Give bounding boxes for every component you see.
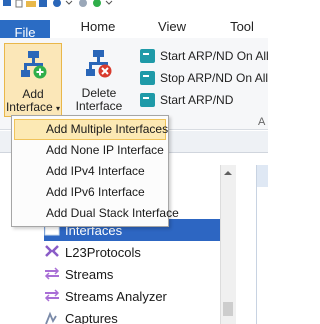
- tree-item-streams[interactable]: Streams: [44, 263, 220, 285]
- console-icon: [140, 71, 155, 85]
- ribbon-group-label: A: [258, 116, 266, 128]
- app-icon: [3, 0, 11, 6]
- start-arp-all-label: Start ARP/ND On All I: [160, 49, 268, 63]
- stop-arp-all-button[interactable]: Stop ARP/ND On All I: [140, 68, 268, 88]
- add-interface-dropdown-menu: Add Multiple Interfaces Add None IP Inte…: [11, 115, 179, 227]
- save-icon[interactable]: [38, 0, 48, 8]
- captures-icon: [45, 311, 57, 324]
- menu-item-add-none-ip-interface[interactable]: Add None IP Interface: [14, 140, 166, 161]
- new-file-icon[interactable]: [14, 0, 24, 8]
- delete-interface-button[interactable]: Delete Interface: [70, 43, 128, 117]
- tab-tools[interactable]: Tool: [222, 16, 262, 38]
- add-interface-button[interactable]: Add Interface ▾: [4, 43, 62, 117]
- start-arp-button[interactable]: Start ARP/ND: [140, 90, 268, 110]
- console-icon: [140, 93, 155, 107]
- document-area-edge: [256, 165, 268, 324]
- tree-item-streams-analyzer[interactable]: Streams Analyzer: [44, 285, 220, 307]
- console-icon: [140, 49, 155, 63]
- tab-home[interactable]: Home: [76, 16, 120, 38]
- check-icon[interactable]: [92, 0, 102, 8]
- scroll-thumb[interactable]: [223, 302, 233, 316]
- dropdown-arrow-icon[interactable]: [64, 0, 74, 8]
- menu-item-add-multiple-interfaces[interactable]: Add Multiple Interfaces: [14, 119, 168, 140]
- undo-icon[interactable]: [52, 0, 62, 8]
- start-arp-label: Start ARP/ND: [160, 93, 234, 107]
- add-interface-icon: [21, 51, 47, 79]
- menu-item-add-ipv4-interface[interactable]: Add IPv4 Interface: [14, 161, 166, 182]
- ribbon-tabs: File Home View Tool: [0, 10, 268, 48]
- tree-item-label: Streams: [65, 267, 114, 282]
- streams-icon: [44, 267, 60, 280]
- tree-item-l23protocols[interactable]: L23Protocols: [44, 241, 220, 263]
- tree-item-captures[interactable]: Captures: [44, 307, 220, 324]
- tree-item-label: L23Protocols: [65, 245, 141, 260]
- dropdown-arrow-icon[interactable]: [104, 0, 114, 8]
- tree-item-label: Streams Analyzer: [65, 289, 167, 304]
- redo-icon[interactable]: [78, 0, 88, 8]
- delete-interface-label-2: Interface: [75, 99, 123, 113]
- menu-item-add-dual-stack-interface[interactable]: Add Dual Stack Interface: [14, 203, 179, 224]
- tab-view[interactable]: View: [152, 16, 192, 38]
- menu-item-add-ipv6-interface[interactable]: Add IPv6 Interface: [14, 182, 166, 203]
- tree-scrollbar[interactable]: [220, 165, 236, 324]
- document-tab-edge[interactable]: [256, 165, 268, 187]
- chevron-down-icon: ▾: [56, 104, 61, 113]
- delete-interface-icon: [86, 50, 112, 78]
- scroll-up-arrow-icon[interactable]: [223, 168, 233, 178]
- streams-analyzer-icon: [44, 289, 60, 302]
- start-arp-all-button[interactable]: Start ARP/ND On All I: [140, 46, 268, 66]
- add-interface-label-2: Interface ▾: [5, 100, 61, 114]
- open-folder-icon[interactable]: [26, 0, 36, 8]
- tree-item-label: Captures: [65, 311, 118, 324]
- stop-arp-all-label: Stop ARP/ND On All I: [160, 71, 268, 85]
- quick-access-toolbar: [0, 0, 268, 10]
- l23protocols-icon: [45, 245, 59, 257]
